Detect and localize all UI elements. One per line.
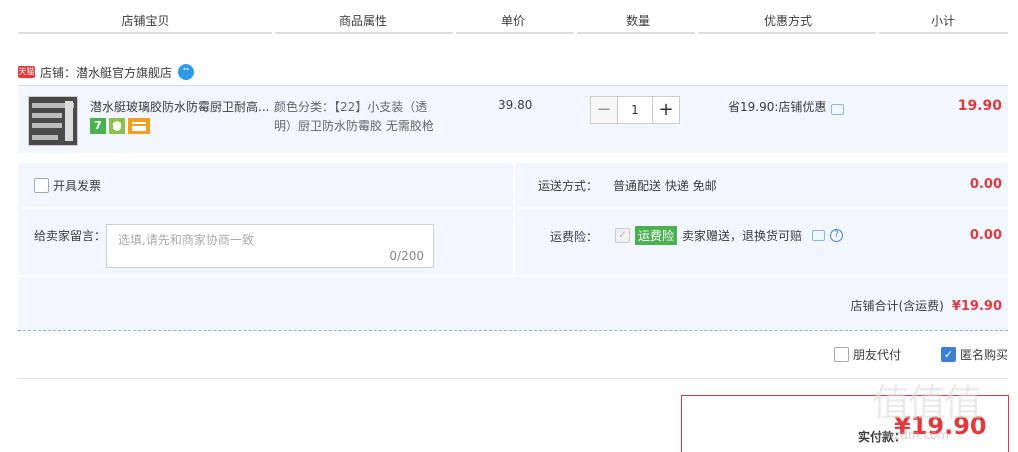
- shipping-amount: 0.00: [969, 177, 1002, 192]
- friend-pay-checkbox[interactable]: [833, 347, 849, 362]
- insurance-help-icon[interactable]: ?: [830, 229, 844, 242]
- anonymous-option[interactable]: ✓ 匿名购买: [940, 346, 1008, 363]
- thumb-band: [32, 113, 62, 118]
- credit-card-icon[interactable]: [128, 118, 150, 134]
- message-label: 给卖家留言：: [34, 229, 107, 243]
- col-subtotal: 小计: [930, 14, 955, 28]
- opts-divider: [513, 163, 515, 276]
- tmall-badge-icon: 天猫: [18, 66, 35, 78]
- col-shop-item: 店铺宝贝: [121, 14, 170, 28]
- guarantee-shield-icon[interactable]: [109, 118, 125, 134]
- watermark-logo: 值值值: [872, 381, 982, 425]
- section-divider: [18, 378, 1008, 379]
- order-options: 开具发票 给卖家留言： 选填,请先和商家协商一致 0/200 运送方式： 普通配…: [18, 163, 1008, 331]
- insurance-checkbox: ✓: [615, 228, 630, 243]
- insurance-label: 运费险：: [550, 230, 599, 244]
- col-attrs: 商品属性: [338, 14, 387, 28]
- col-sep: [577, 32, 695, 34]
- promo-text: 省19.90:店铺优惠: [728, 100, 827, 114]
- payment-extras: 朋友代付 ✓ 匿名购买: [833, 346, 1008, 363]
- invoice-label: 开具发票: [53, 179, 102, 193]
- shipping-label: 运送方式：: [538, 179, 599, 193]
- opts-divider: [18, 275, 1008, 277]
- shop-name-link[interactable]: 店铺：潜水艇官方旗舰店: [40, 64, 172, 81]
- message-placeholder: 选填,请先和商家协商一致: [118, 233, 254, 247]
- product-attributes: 颜色分类：【22】小支装（透明）厨卫防水防霉胶 无需胶枪: [274, 100, 434, 133]
- insurance-option: ✓ 运费险 卖家赠送，退换货可赔 ?: [615, 226, 844, 245]
- insurance-amount: 0.00: [969, 228, 1002, 243]
- promo-info: 省19.90:店铺优惠: [728, 98, 845, 115]
- qty-decrease-button[interactable]: −: [590, 96, 618, 124]
- watermark-site: smzdm.com: [876, 428, 949, 442]
- shipping-method: 普通配送 快递 免邮: [613, 179, 717, 193]
- invoice-option[interactable]: 开具发票: [34, 177, 101, 194]
- col-promo: 优惠方式: [763, 14, 812, 28]
- insurance-chat-icon[interactable]: [812, 230, 826, 241]
- thumb-band: [32, 123, 62, 128]
- item-subtotal: 19.90: [957, 98, 1002, 114]
- shop-total-value: ¥19.90: [951, 299, 1002, 314]
- cart-item-row: 潜水艇玻璃胶防水防霉厨卫耐高... 7 颜色分类：【22】小支装（透明）厨卫防水…: [18, 85, 1008, 153]
- shop-line: 天猫 店铺：潜水艇官方旗舰店: [18, 62, 195, 82]
- anonymous-label: 匿名购买: [959, 348, 1008, 362]
- promo-chat-icon[interactable]: [831, 104, 845, 115]
- unit-price: 39.80: [498, 98, 533, 112]
- qty-increase-button[interactable]: +: [652, 96, 680, 124]
- col-sep: [879, 32, 1008, 34]
- insurance-text: 卖家赠送，退换货可赔: [682, 229, 803, 243]
- shop-total: 店铺合计(含运费) ¥19.90: [850, 297, 1002, 314]
- col-qty: 数量: [625, 14, 650, 28]
- col-sep: [275, 32, 453, 34]
- insurance-tag: 运费险: [635, 226, 678, 245]
- col-price: 单价: [500, 14, 525, 28]
- service-badges: 7: [90, 118, 150, 134]
- seven-day-return-icon[interactable]: 7: [90, 118, 106, 134]
- wangwang-chat-icon[interactable]: [178, 64, 195, 80]
- opts-divider: [18, 207, 1008, 209]
- col-sep: [456, 32, 574, 34]
- col-sep: [698, 32, 876, 34]
- message-char-count: 0/200: [389, 249, 424, 263]
- invoice-checkbox[interactable]: [34, 178, 49, 193]
- friend-pay-option[interactable]: 朋友代付: [833, 346, 901, 363]
- anonymous-checkbox[interactable]: ✓: [940, 347, 956, 362]
- col-sep: [18, 32, 272, 34]
- friend-pay-label: 朋友代付: [852, 348, 901, 362]
- thumb-band: [32, 135, 58, 140]
- product-title-link[interactable]: 潜水艇玻璃胶防水防霉厨卫耐高...: [90, 98, 272, 115]
- thumb-tube: [65, 101, 73, 141]
- seller-message-input[interactable]: 选填,请先和商家协商一致 0/200: [106, 224, 434, 268]
- qty-input[interactable]: 1: [618, 96, 652, 124]
- quantity-stepper: − 1 +: [590, 96, 680, 124]
- shop-total-label: 店铺合计(含运费): [850, 299, 944, 313]
- cart-column-header: 店铺宝贝 商品属性 单价 数量 优惠方式 小计: [18, 0, 1008, 34]
- product-thumbnail[interactable]: [28, 96, 78, 146]
